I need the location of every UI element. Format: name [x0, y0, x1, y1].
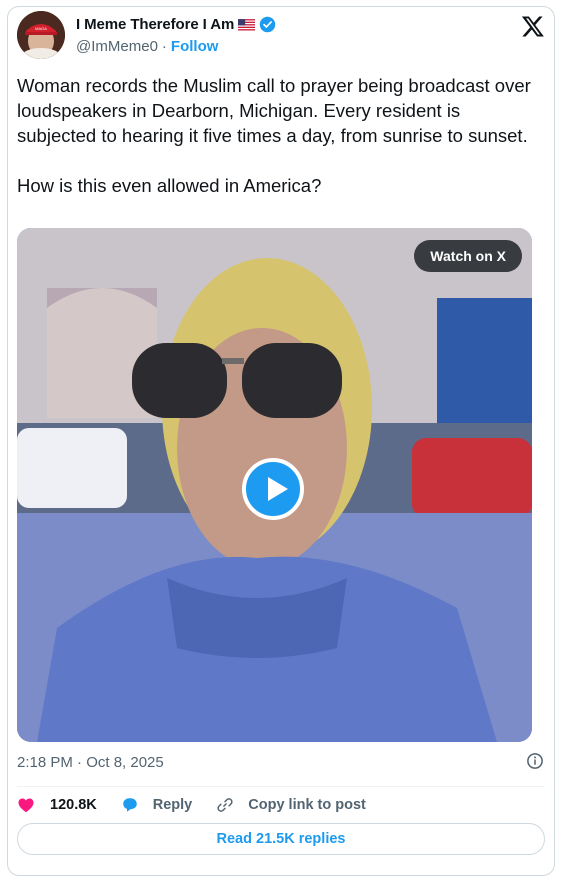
reply-label: Reply	[152, 797, 193, 813]
reply-bubble-icon	[123, 798, 137, 812]
x-logo-icon[interactable]	[521, 14, 545, 38]
read-replies-button[interactable]: Read 21.5K replies	[17, 823, 545, 855]
author-handle-row: @ImMeme0 · Follow	[76, 38, 218, 55]
tweet-timestamp[interactable]: 2:18 PM · Oct 8, 2025	[17, 754, 164, 771]
handle-separator: ·	[161, 38, 167, 55]
like-button[interactable]: 120.8K	[17, 796, 97, 814]
tweet-actions: 120.8K Reply Copy link to post	[17, 793, 390, 817]
author-avatar[interactable]: MAGA	[17, 11, 65, 59]
play-icon[interactable]	[242, 458, 304, 520]
heart-icon	[18, 798, 34, 813]
copy-link-button[interactable]: Copy link to post	[216, 796, 366, 814]
info-icon[interactable]	[526, 752, 544, 770]
svg-text:MAGA: MAGA	[35, 26, 47, 31]
author-display-name[interactable]: I Meme Therefore I Am	[76, 16, 234, 33]
us-flag-icon	[238, 18, 256, 31]
watch-on-x-button[interactable]: Watch on X	[414, 240, 522, 272]
verified-badge-icon	[260, 16, 276, 33]
reply-button[interactable]: Reply	[121, 796, 193, 814]
video-media[interactable]: Watch on X	[17, 228, 532, 742]
copy-link-label: Copy link to post	[248, 797, 366, 813]
author-handle[interactable]: @ImMeme0	[76, 38, 158, 55]
author-name-row: I Meme Therefore I Am	[76, 16, 276, 33]
link-icon	[217, 798, 233, 812]
follow-button[interactable]: Follow	[171, 38, 219, 55]
actions-divider	[17, 786, 545, 787]
like-count: 120.8K	[50, 797, 97, 813]
tweet-text: Woman records the Muslim call to prayer …	[17, 75, 531, 196]
